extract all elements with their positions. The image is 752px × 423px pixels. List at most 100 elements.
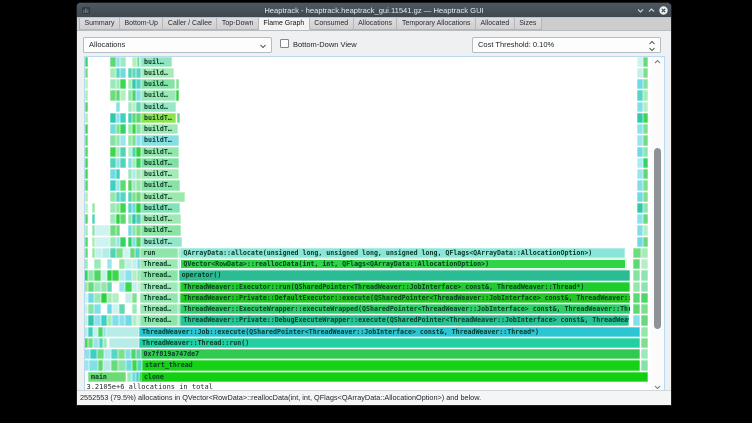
flame-box[interactable]	[119, 270, 125, 280]
flame-box[interactable]	[641, 327, 648, 337]
flame-box[interactable]: QArrayData::allocate(unsigned long, unsi…	[180, 248, 624, 258]
flame-box[interactable]	[85, 68, 88, 78]
flame-box[interactable]: Thread…	[140, 259, 177, 269]
flame-box[interactable]: ThreadWeaver::Thread::run()	[139, 338, 640, 348]
flame-box[interactable]	[641, 304, 648, 314]
maximize-button[interactable]	[647, 6, 656, 15]
flame-box[interactable]	[127, 372, 132, 382]
flame-box[interactable]: buildT…	[141, 169, 179, 179]
flame-box[interactable]	[120, 57, 126, 67]
flame-box[interactable]	[641, 315, 648, 325]
flame-box[interactable]	[637, 135, 643, 145]
flame-box[interactable]	[85, 147, 88, 157]
flame-box[interactable]	[85, 57, 88, 67]
flame-box[interactable]	[643, 158, 649, 168]
flame-box[interactable]	[109, 338, 139, 348]
flame-box[interactable]	[120, 203, 126, 213]
tab-sizes[interactable]: Sizes	[515, 18, 542, 30]
flame-box[interactable]	[643, 214, 649, 224]
flame-box[interactable]	[101, 293, 107, 303]
flame-box[interactable]	[94, 270, 101, 280]
flame-box[interactable]	[643, 79, 649, 89]
flame-box[interactable]	[637, 68, 643, 78]
flame-box[interactable]	[112, 315, 119, 325]
flame-box[interactable]	[118, 349, 125, 359]
tab-consumed[interactable]: Consumed	[310, 18, 354, 30]
tab-allocated[interactable]: Allocated	[476, 18, 515, 30]
tab-summary[interactable]: Summary	[79, 18, 120, 30]
flame-box[interactable]: buildT…	[141, 113, 176, 123]
flame-box[interactable]	[95, 225, 110, 235]
flame-box[interactable]: build…	[141, 90, 176, 100]
flame-box[interactable]: run	[140, 248, 177, 258]
flame-box[interactable]	[637, 214, 643, 224]
flame-box[interactable]	[85, 214, 88, 224]
flame-box[interactable]	[641, 349, 648, 359]
flame-box[interactable]: QVector<RowData>::reallocData(int, int, …	[180, 259, 626, 269]
flame-box[interactable]: build…	[141, 79, 175, 89]
flame-box[interactable]	[118, 360, 126, 370]
tab-bottom-up[interactable]: Bottom-Up	[120, 18, 163, 30]
flame-box[interactable]	[112, 270, 119, 280]
flame-box[interactable]	[132, 372, 136, 382]
flame-box[interactable]	[85, 158, 88, 168]
tab-flame-graph[interactable]: Flame Graph	[259, 18, 310, 30]
flame-box[interactable]	[85, 192, 88, 202]
flame-box[interactable]	[106, 327, 139, 337]
flame-box[interactable]	[132, 304, 137, 314]
flame-box[interactable]	[633, 282, 640, 292]
flame-box[interactable]	[125, 315, 132, 325]
flame-box[interactable]	[92, 203, 95, 213]
flame-box[interactable]	[90, 349, 97, 359]
flame-box[interactable]	[643, 57, 649, 67]
flame-box[interactable]	[641, 270, 648, 280]
flame-box[interactable]: Thread…	[140, 282, 177, 292]
flame-box[interactable]	[643, 180, 649, 190]
flame-box[interactable]	[120, 214, 126, 224]
flame-box[interactable]	[176, 79, 179, 89]
flame-box[interactable]	[641, 360, 648, 370]
flame-box[interactable]	[120, 68, 126, 78]
flame-box[interactable]	[120, 90, 126, 100]
flame-box[interactable]	[637, 180, 643, 190]
flame-box[interactable]	[98, 327, 103, 337]
flame-box[interactable]	[643, 113, 649, 123]
flame-box[interactable]	[125, 259, 132, 269]
tab-allocations[interactable]: Allocations	[354, 18, 398, 30]
flame-box[interactable]: buildT…	[141, 192, 185, 202]
flame-box[interactable]: buildT…	[141, 158, 179, 168]
flame-box[interactable]	[116, 248, 123, 258]
flame-box[interactable]	[112, 293, 119, 303]
flame-box[interactable]: Thread…	[140, 293, 177, 303]
flame-box[interactable]	[637, 147, 643, 157]
flame-box[interactable]	[641, 248, 648, 258]
flame-box[interactable]: buildT…	[141, 214, 181, 224]
flame-box[interactable]	[641, 293, 648, 303]
flame-box[interactable]: Thread…	[140, 315, 177, 325]
flame-box[interactable]: buildT…	[141, 180, 180, 190]
flame-box[interactable]: Thread…	[140, 304, 177, 314]
flame-box[interactable]	[94, 293, 101, 303]
flame-box[interactable]: Thread…	[140, 270, 177, 280]
flame-box[interactable]	[94, 259, 101, 269]
flame-box[interactable]: build…	[141, 68, 174, 78]
flame-box[interactable]	[92, 214, 95, 224]
flame-box[interactable]	[641, 282, 648, 292]
cost-threshold-spinbox[interactable]: Cost Threshold: 0.10%	[472, 37, 661, 53]
flame-box[interactable]	[643, 68, 649, 78]
tab-temporary-allocations[interactable]: Temporary Allocations	[397, 18, 475, 30]
flame-box[interactable]	[85, 203, 88, 213]
flame-box[interactable]: buildT…	[141, 237, 182, 247]
flame-box[interactable]	[120, 113, 126, 123]
flame-box[interactable]: ThreadWeaver::Private::DebugExecuteWrapp…	[180, 315, 629, 325]
flame-box[interactable]	[101, 315, 107, 325]
flame-box[interactable]	[132, 270, 137, 280]
flame-box[interactable]	[104, 349, 111, 359]
flame-box[interactable]	[132, 293, 137, 303]
flame-box[interactable]	[643, 147, 649, 157]
flame-box[interactable]	[120, 135, 126, 145]
flame-box[interactable]	[132, 282, 137, 292]
flame-box[interactable]	[119, 304, 125, 314]
flame-box[interactable]	[637, 79, 643, 89]
flame-box[interactable]	[103, 360, 111, 370]
